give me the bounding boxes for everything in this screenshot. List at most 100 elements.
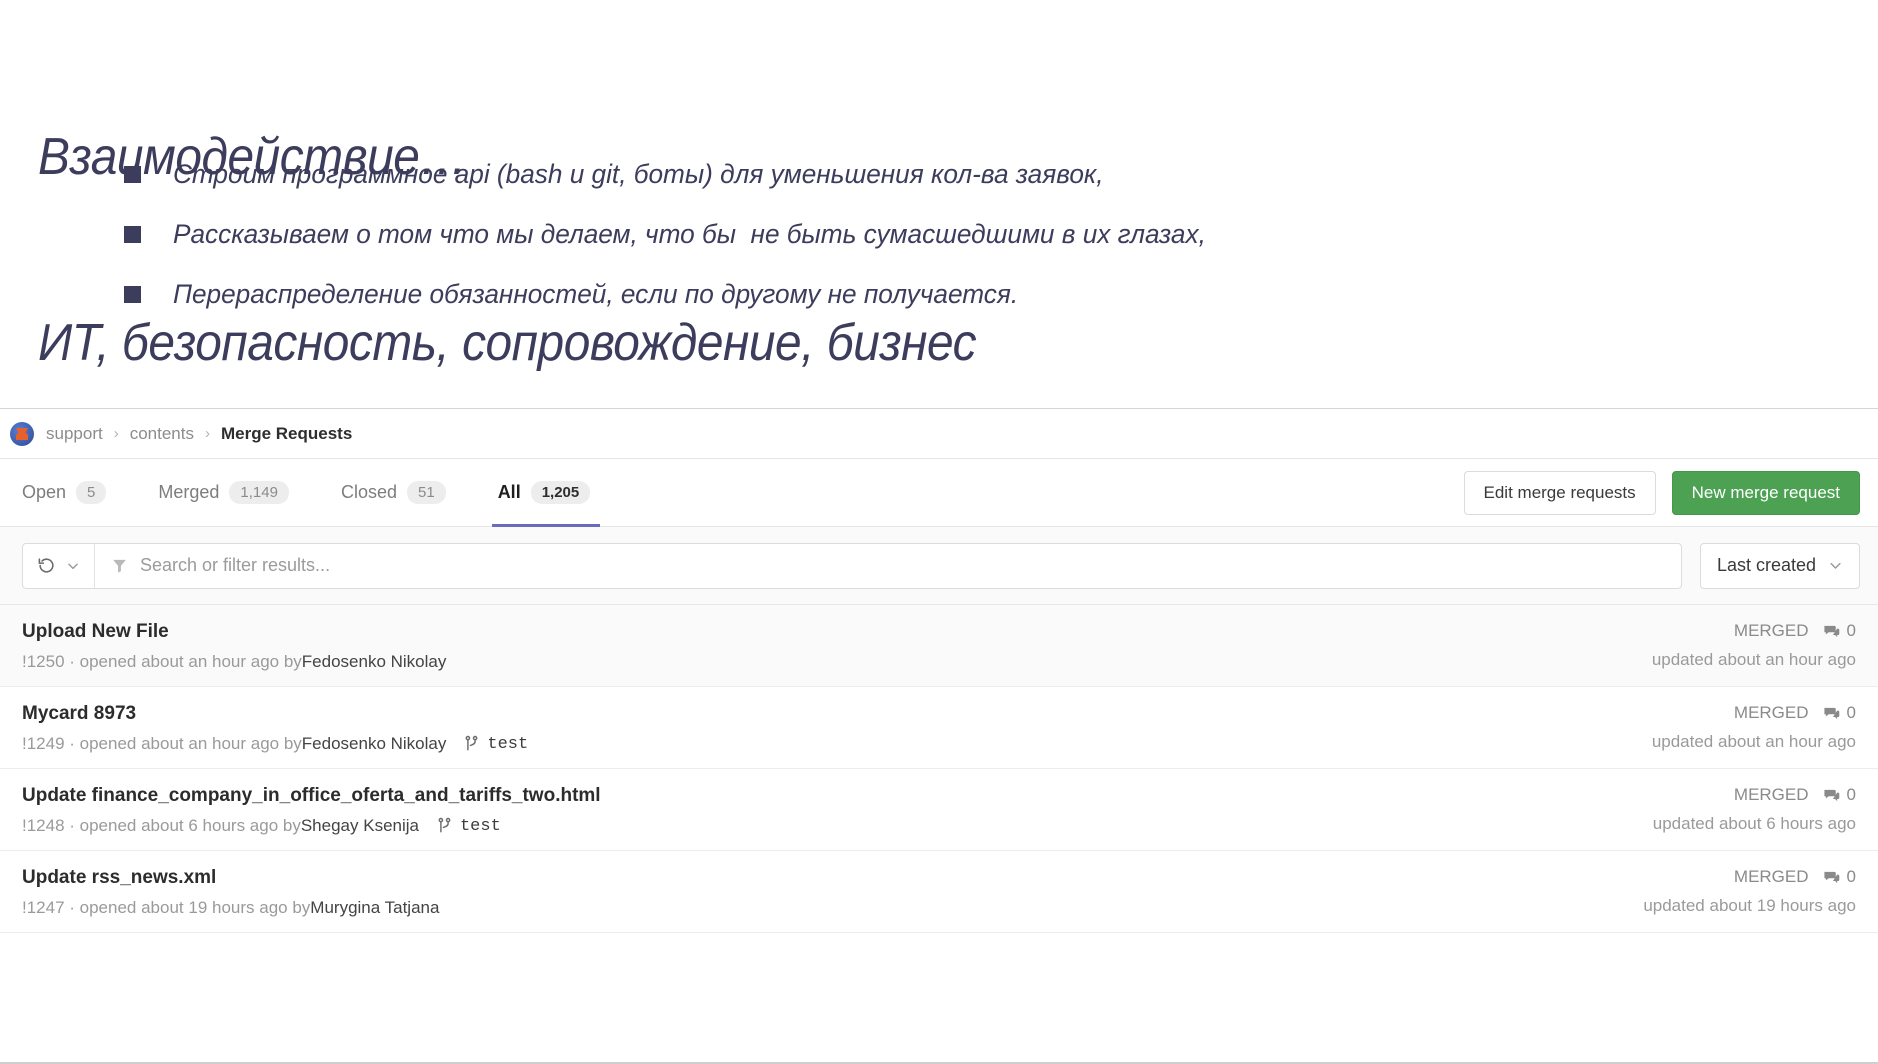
source-branch[interactable]: test: [437, 817, 501, 836]
tab-closed-label: Closed: [341, 482, 397, 503]
comment-count-value: 0: [1847, 703, 1856, 723]
breadcrumb-item-contents[interactable]: contents: [130, 424, 194, 444]
table-row[interactable]: Mycard 8973 !1249 · opened about an hour…: [0, 687, 1878, 769]
status-badge: MERGED: [1734, 867, 1809, 887]
comment-count[interactable]: 0: [1823, 703, 1856, 723]
chevron-right-icon: ›: [205, 425, 210, 442]
merge-request-summary: Update finance_company_in_office_oferta_…: [22, 785, 1629, 836]
history-icon: [37, 556, 56, 575]
merge-request-reference: !1250 · opened about an hour ago by: [22, 652, 302, 672]
bullet-text: Рассказываем о том что мы делаем, что бы…: [173, 216, 1206, 252]
comment-count-value: 0: [1847, 621, 1856, 641]
chevron-right-icon: ›: [114, 425, 119, 442]
search-filter-bar[interactable]: Search or filter results...: [22, 543, 1682, 589]
merge-request-updated: updated about 6 hours ago: [1653, 814, 1856, 834]
project-avatar-icon: [10, 422, 34, 446]
comment-bubble-icon: [1823, 623, 1840, 640]
merge-request-title[interactable]: Mycard 8973: [22, 703, 1628, 725]
merge-request-actions: Edit merge requests New merge request: [1464, 471, 1860, 515]
comment-count-value: 0: [1847, 785, 1856, 805]
new-merge-request-button[interactable]: New merge request: [1672, 471, 1860, 515]
merge-request-meta: !1247 · opened about 19 hours ago by Mur…: [22, 898, 1619, 918]
merge-request-status-line: MERGED 0: [1652, 621, 1856, 641]
recent-searches-button[interactable]: [23, 544, 95, 588]
bullet-square-icon: [124, 166, 141, 183]
list-item: Строим программное api (bash и git, боты…: [124, 156, 1624, 216]
bullet-list: Строим программное api (bash и git, боты…: [124, 156, 1624, 336]
tab-merged[interactable]: Merged 1,149: [158, 459, 311, 526]
merge-request-title[interactable]: Upload New File: [22, 621, 1628, 643]
gitlab-merge-requests-panel: support › contents › Merge Requests Open…: [0, 408, 1878, 1064]
merge-request-reference: !1249 · opened about an hour ago by: [22, 734, 302, 754]
merge-request-reference: !1247 · opened about 19 hours ago by: [22, 898, 310, 918]
bullet-square-icon: [124, 226, 141, 243]
merge-request-updated: updated about an hour ago: [1652, 732, 1856, 752]
merge-request-title[interactable]: Update rss_news.xml: [22, 867, 1619, 889]
chevron-down-icon: [1828, 558, 1843, 573]
sort-dropdown[interactable]: Last created: [1700, 543, 1860, 589]
bullet-text: Строим программное api (bash и git, боты…: [173, 156, 1104, 192]
chevron-down-icon: [66, 559, 80, 573]
comment-count[interactable]: 0: [1823, 867, 1856, 887]
bullet-text: Перераспределение обязанностей, если по …: [173, 276, 1018, 312]
merge-request-author[interactable]: Fedosenko Nikolay: [302, 734, 447, 754]
merge-request-tabs: Open 5 Merged 1,149 Closed 51 All 1,205: [22, 459, 642, 526]
merge-request-status-line: MERGED 0: [1652, 703, 1856, 723]
merge-request-author[interactable]: Fedosenko Nikolay: [302, 652, 447, 672]
comment-count[interactable]: 0: [1823, 785, 1856, 805]
list-item: Перераспределение обязанностей, если по …: [124, 276, 1624, 336]
sort-dropdown-label: Last created: [1717, 555, 1816, 576]
source-branch-name: test: [460, 817, 501, 836]
table-row[interactable]: Upload New File !1250 · opened about an …: [0, 605, 1878, 687]
branch-icon: [437, 817, 452, 835]
edit-merge-requests-button[interactable]: Edit merge requests: [1464, 471, 1656, 515]
status-badge: MERGED: [1734, 703, 1809, 723]
table-row[interactable]: Update finance_company_in_office_oferta_…: [0, 769, 1878, 851]
merge-request-status-block: MERGED 0 updated about an hour ago: [1628, 621, 1856, 670]
slide-page: Взаимодействие… ИТ, безопасность, сопров…: [0, 0, 1878, 1064]
comment-count[interactable]: 0: [1823, 621, 1856, 641]
filter-funnel-icon: [111, 557, 128, 574]
merge-request-tabs-row: Open 5 Merged 1,149 Closed 51 All 1,205 …: [0, 459, 1878, 527]
merge-request-summary: Mycard 8973 !1249 · opened about an hour…: [22, 703, 1628, 754]
tab-all-label: All: [498, 482, 521, 503]
merge-request-status-block: MERGED 0 updated about 6 hours ago: [1629, 785, 1856, 834]
merge-request-status-block: MERGED 0 updated about 19 hours ago: [1619, 867, 1856, 916]
merge-request-updated: updated about 19 hours ago: [1643, 896, 1856, 916]
breadcrumb-item-support[interactable]: support: [46, 424, 103, 444]
tab-open-label: Open: [22, 482, 66, 503]
status-badge: MERGED: [1734, 621, 1809, 641]
table-row[interactable]: Update rss_news.xml !1247 · opened about…: [0, 851, 1878, 933]
comment-bubble-icon: [1823, 787, 1840, 804]
merge-request-meta: !1249 · opened about an hour ago by Fedo…: [22, 734, 1628, 754]
breadcrumb-item-merge-requests[interactable]: Merge Requests: [221, 424, 352, 444]
merge-request-reference: !1248 · opened about 6 hours ago by: [22, 816, 301, 836]
list-item: Рассказываем о том что мы делаем, что бы…: [124, 216, 1624, 276]
merge-request-meta: !1248 · opened about 6 hours ago by Sheg…: [22, 816, 1629, 836]
merge-request-author[interactable]: Shegay Ksenija: [301, 816, 419, 836]
merge-request-list: Upload New File !1250 · opened about an …: [0, 605, 1878, 933]
tab-open[interactable]: Open 5: [22, 459, 128, 526]
comment-bubble-icon: [1823, 869, 1840, 886]
bullet-square-icon: [124, 286, 141, 303]
source-branch-name: test: [487, 735, 528, 754]
merge-request-author[interactable]: Murygina Tatjana: [310, 898, 439, 918]
merge-request-status-line: MERGED 0: [1643, 867, 1856, 887]
tab-closed[interactable]: Closed 51: [341, 459, 468, 526]
merge-request-title[interactable]: Update finance_company_in_office_oferta_…: [22, 785, 1629, 807]
status-badge: MERGED: [1734, 785, 1809, 805]
merge-request-meta: !1250 · opened about an hour ago by Fedo…: [22, 652, 1628, 672]
breadcrumb: support › contents › Merge Requests: [0, 409, 1878, 459]
merge-request-summary: Update rss_news.xml !1247 · opened about…: [22, 867, 1619, 918]
search-input[interactable]: Search or filter results...: [140, 555, 330, 576]
tab-all[interactable]: All 1,205: [498, 459, 613, 526]
source-branch[interactable]: test: [464, 735, 528, 754]
merge-request-summary: Upload New File !1250 · opened about an …: [22, 621, 1628, 672]
tab-open-count: 5: [76, 481, 106, 504]
tab-merged-label: Merged: [158, 482, 219, 503]
merge-request-status-block: MERGED 0 updated about an hour ago: [1628, 703, 1856, 752]
filter-row: Search or filter results... Last created: [0, 527, 1878, 605]
comment-count-value: 0: [1847, 867, 1856, 887]
comment-bubble-icon: [1823, 705, 1840, 722]
merge-request-status-line: MERGED 0: [1653, 785, 1856, 805]
